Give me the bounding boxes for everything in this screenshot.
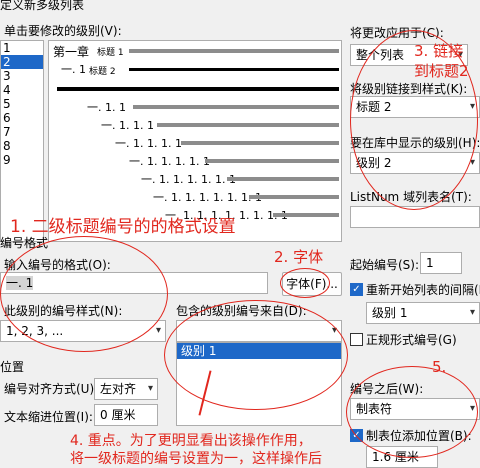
chevron-down-icon: ▾ <box>147 383 153 394</box>
preview-row: 一. 1. 1. 1 <box>101 119 154 132</box>
click-level-label: 单击要修改的级别(V): <box>4 24 122 38</box>
preview-row: 一. 1. 1. 1. 1. 1. 1 <box>141 173 236 186</box>
preview-row: 一. 1. 1 <box>87 101 126 114</box>
level-item-2[interactable]: 2 <box>1 55 43 69</box>
restart-level-select[interactable]: 级别 1 ▾ <box>366 302 480 324</box>
annotation-4-line1: 4. 重点。为了更明显看出该操作作用， <box>70 433 312 449</box>
alignment-label: 编号对齐方式(U): <box>4 382 99 396</box>
annotation-3-line1: 3. 链接 <box>414 42 464 60</box>
annotation-oval-1 <box>0 236 168 352</box>
restart-label: 重新开始列表的间隔(R): <box>366 283 480 297</box>
start-at-input[interactable]: 1 <box>420 252 462 274</box>
preview-level1-style: 标题 1 <box>97 48 124 58</box>
preview-row: 一. 1. 1. 1. 1 <box>115 137 182 150</box>
preview-level1-number: 第一章 <box>53 45 90 59</box>
annotation-3-line2: 到标题2 <box>414 62 469 80</box>
level-item-9[interactable]: 9 <box>1 153 43 167</box>
level-item-1[interactable]: 1 <box>1 41 43 55</box>
annotation-1: 1. 二级标题编号的的格式设置 <box>10 217 236 237</box>
preview-row: 一. 1. 1. 1. 1. 1 <box>129 155 210 168</box>
level-item-5[interactable]: 5 <box>1 97 43 111</box>
legal-label: 正规形式编号(G) <box>366 333 457 347</box>
legal-checkbox[interactable] <box>350 333 363 346</box>
position-section: 位置 <box>0 360 25 374</box>
level-item-6[interactable]: 6 <box>1 111 43 125</box>
text-indent-label: 文本缩进位置(I): <box>4 410 93 424</box>
dialog-title: 定义新多级列表 <box>0 0 85 12</box>
level-item-8[interactable]: 8 <box>1 139 43 153</box>
alignment-select[interactable]: 左对齐 ▾ <box>94 378 158 400</box>
level-item-3[interactable]: 3 <box>1 69 43 83</box>
chevron-down-icon: ▾ <box>469 307 475 318</box>
chevron-down-icon: ▾ <box>155 325 161 336</box>
restart-checkbox[interactable]: ✓ <box>350 283 363 296</box>
annotation-2: 2. 字体 <box>274 248 324 266</box>
text-indent-input[interactable]: 0 厘米 <box>94 404 158 426</box>
annotation-oval-4 <box>164 300 348 410</box>
level-item-7[interactable]: 7 <box>1 125 43 139</box>
start-at-label: 起始编号(S): <box>350 258 420 272</box>
preview-level2-number: 一. 1 <box>61 63 86 76</box>
preview-level2-style: 标题 2 <box>89 67 116 77</box>
annotation-oval-2 <box>280 268 330 298</box>
annotation-4-line2: 将一级标题的编号设置为一，这样操作后 <box>70 451 322 467</box>
preview-row: 一. 1. 1. 1. 1. 1. 1. 1 <box>153 191 262 204</box>
level-item-4[interactable]: 4 <box>1 83 43 97</box>
annotation-oval-5 <box>346 366 478 458</box>
